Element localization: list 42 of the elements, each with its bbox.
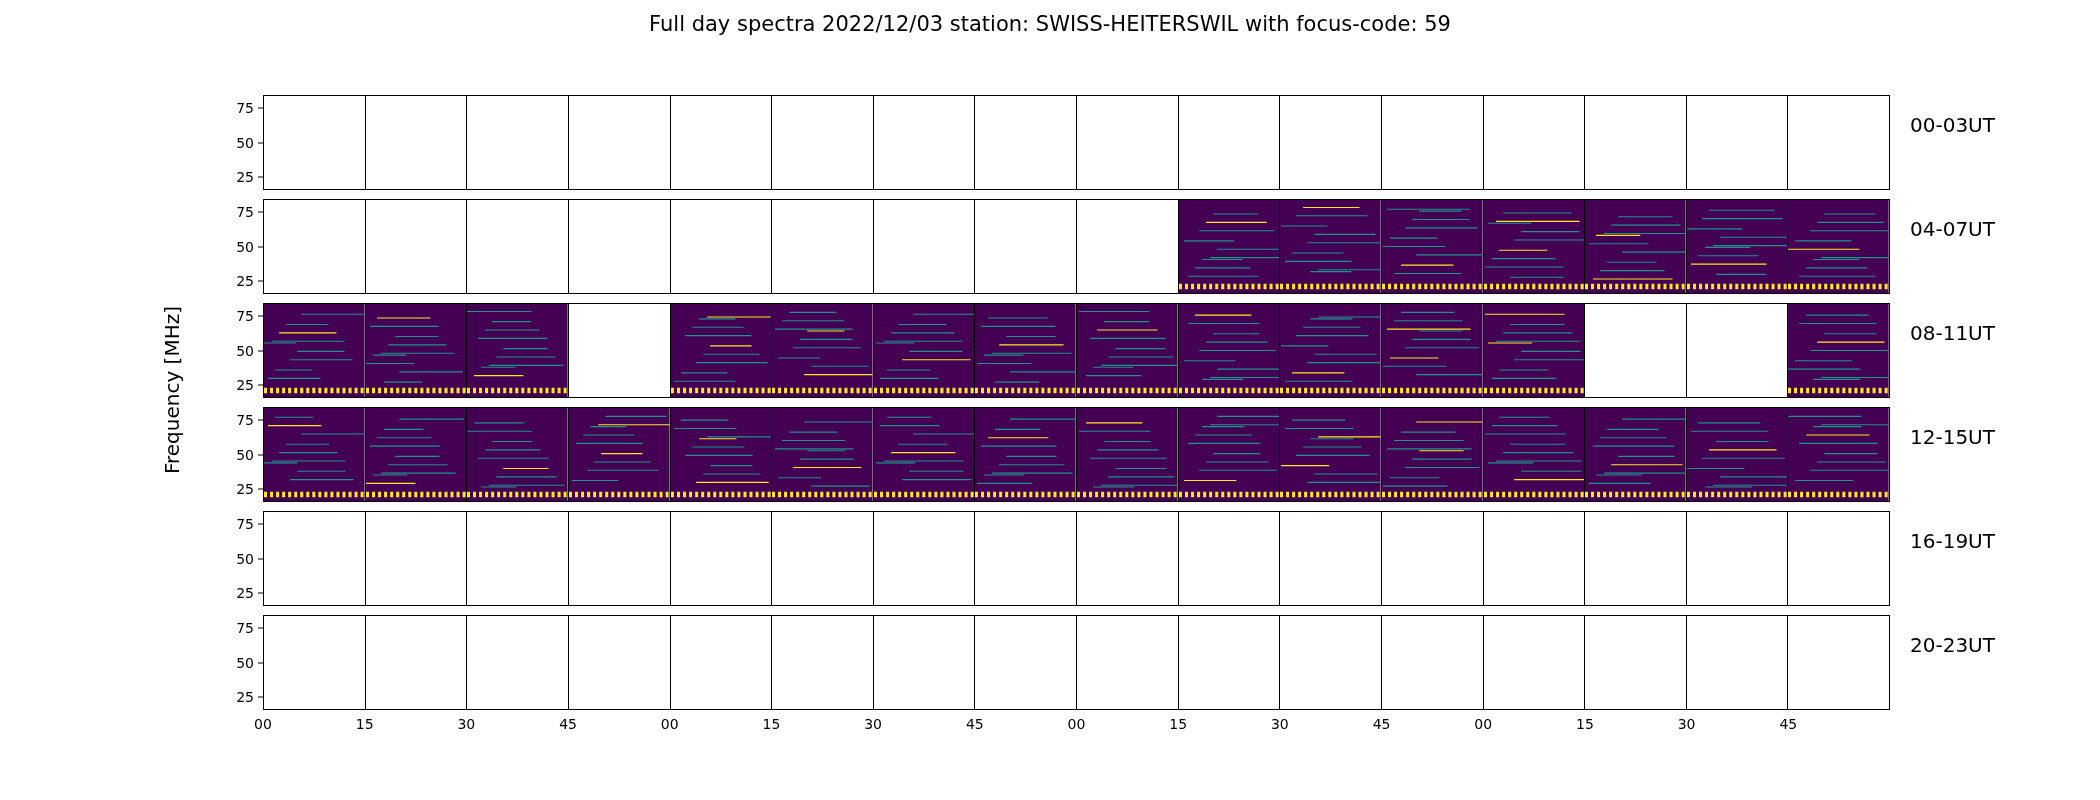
tick-label: 15 [1576,716,1594,732]
tick-label: 75 [236,619,263,637]
tick-label: 30 [457,716,476,732]
row-label: 00-03UT [1910,112,1995,139]
tick-label: 50 [236,446,263,463]
tick-label: 25 [236,584,263,602]
tick-label: 45 [1372,716,1391,732]
tick-label: 00 [254,716,272,732]
tick-label: 25 [236,168,263,186]
tick-label: 30 [1677,716,1696,732]
tick-label: 75 [236,99,263,117]
row-label: 04-07UT [1910,216,1995,243]
tick-label: 15 [1169,716,1188,732]
tick-label: 75 [236,203,263,221]
row-label: 12-15UT [1910,424,1995,451]
tick-label: 75 [236,411,263,429]
tick-label: 25 [236,376,263,394]
figure-title: Full day spectra 2022/12/03 station: SWISS-HEITERSWIL with focus-code: 59 [648,11,1452,38]
tick-label: 50 [236,550,263,567]
tick-label: 00 [1474,716,1493,732]
tick-label: 45 [559,716,577,732]
tick-label: 00 [1067,716,1086,732]
tick-label: 15 [762,716,781,732]
tick-label: 25 [236,688,263,706]
row-label: 16-19UT [1910,528,1995,555]
tick-label: 30 [864,716,883,732]
tick-label: 50 [236,134,263,151]
tick-label: 50 [236,342,263,359]
tick-label: 45 [1779,716,1798,732]
tick-label: 00 [660,716,679,732]
tick-label: 50 [236,654,263,671]
tick-label: 75 [236,515,263,533]
tick-label: 15 [355,716,374,732]
tick-label: 30 [1270,716,1289,732]
tick-label: 45 [965,716,984,732]
tick-label: 25 [236,272,263,290]
tick-label: 50 [236,238,263,255]
y-axis-label: Frequency [MHz] [160,305,184,475]
row-label: 20-23UT [1910,632,1995,659]
tick-label: 75 [236,307,263,325]
tick-label: 25 [236,480,263,498]
row-label: 08-11UT [1910,320,1995,347]
